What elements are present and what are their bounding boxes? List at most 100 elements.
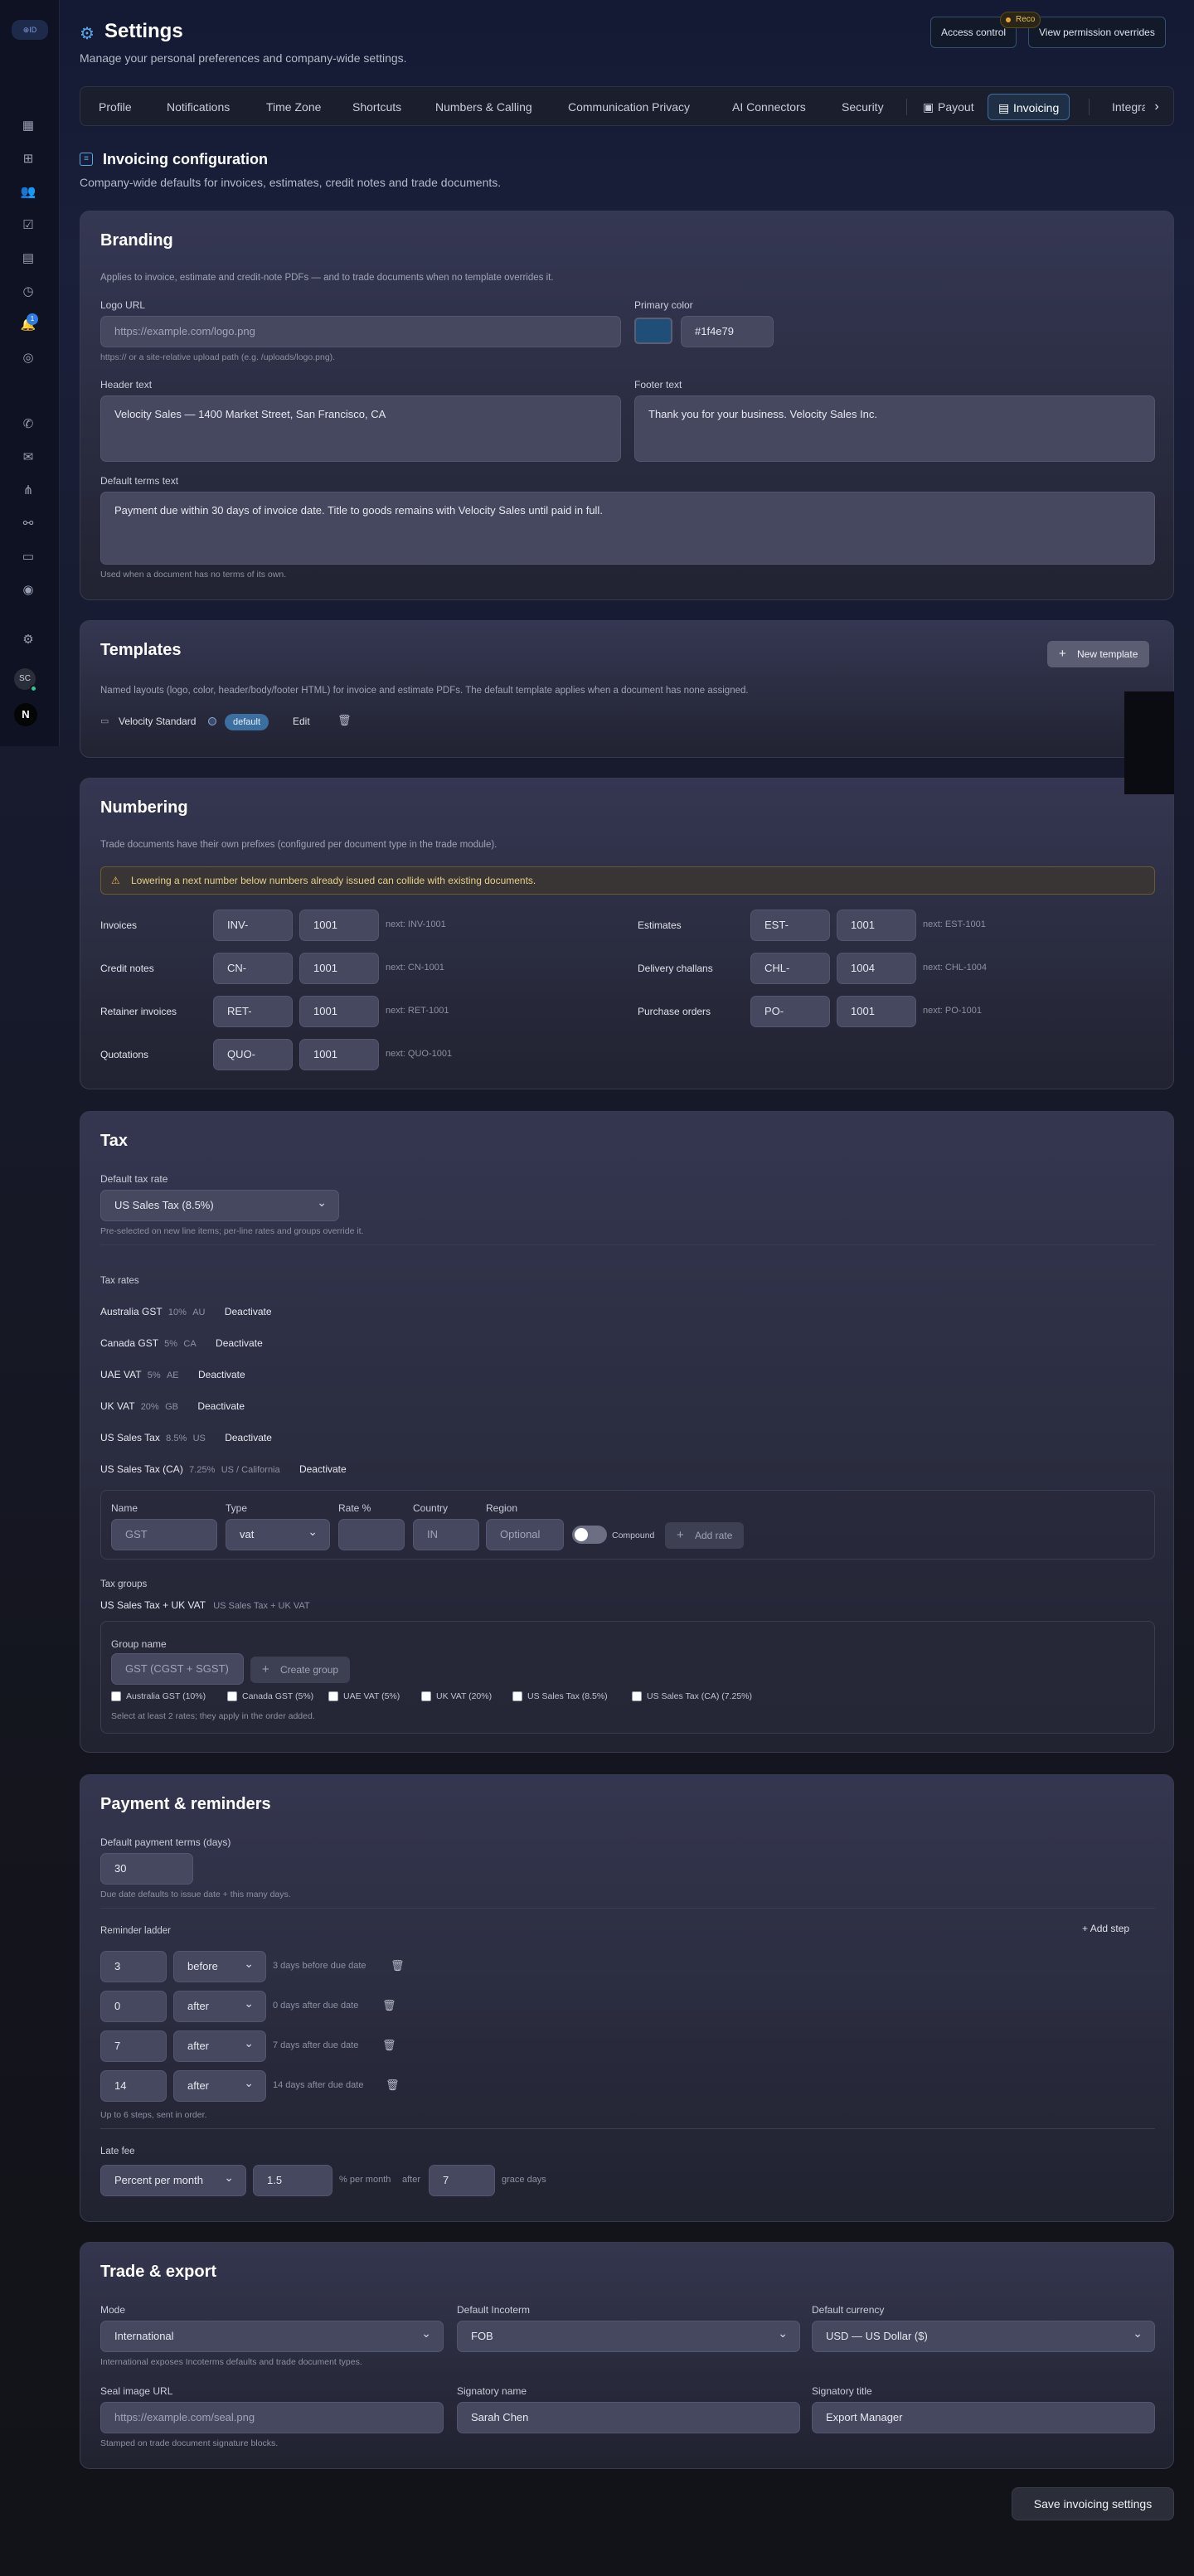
deactivate-link[interactable]: Deactivate [299, 1463, 347, 1475]
settings-icon[interactable]: ⚙ [20, 632, 36, 648]
step-days-input[interactable]: 7 [100, 2030, 167, 2062]
row-label: Estimates [638, 919, 682, 931]
trash-icon[interactable]: 🗑 [337, 714, 352, 727]
next-number-input[interactable]: 1001 [299, 1039, 379, 1070]
tab-ai-connectors[interactable]: AI Connectors [722, 94, 816, 120]
step-days-input[interactable]: 14 [100, 2070, 167, 2102]
primary-color-input[interactable]: #1f4e79 [681, 316, 774, 347]
signatory-title-input[interactable]: Export Manager [812, 2402, 1155, 2433]
tab-profile[interactable]: Profile [89, 94, 142, 120]
tab-communication-privacy[interactable]: Communication Privacy [558, 94, 700, 120]
step-days-input[interactable]: 3 [100, 1951, 167, 1982]
app-logo[interactable]: ⊕ID [12, 20, 48, 40]
mode-select[interactable]: International [100, 2321, 444, 2352]
signatory-name-input[interactable]: Sarah Chen [457, 2402, 800, 2433]
compound-toggle[interactable] [572, 1526, 607, 1544]
deactivate-link[interactable]: Deactivate [198, 1369, 245, 1380]
rate-type-select[interactable]: vat [226, 1519, 330, 1550]
default-tax-select[interactable]: US Sales Tax (8.5%) [100, 1190, 339, 1221]
view-overrides-button[interactable]: View permission overrides [1028, 17, 1166, 48]
tab-invoicing[interactable]: ▤ Invoicing [988, 94, 1070, 120]
users-icon[interactable]: 👥 [20, 184, 36, 201]
group-option-checkbox[interactable] [111, 1691, 121, 1701]
currency-select[interactable]: USD — US Dollar ($) [812, 2321, 1155, 2352]
prefix-input[interactable]: RET- [213, 996, 293, 1027]
apps-icon[interactable]: ⊞ [20, 151, 36, 167]
step-when-select[interactable]: after [173, 2070, 266, 2102]
clock-icon[interactable]: ◷ [20, 284, 36, 300]
globe-icon[interactable]: ◎ [20, 350, 36, 366]
step-when-select[interactable]: after [173, 1991, 266, 2022]
prefix-input[interactable]: EST- [750, 910, 830, 941]
workspace-avatar[interactable]: N [14, 703, 37, 726]
late-fee-value-input[interactable]: 1.5 [253, 2165, 332, 2196]
step-days-input[interactable]: 0 [100, 1991, 167, 2022]
next-number-input[interactable]: 1001 [299, 953, 379, 984]
phone-icon[interactable]: ✆ [20, 416, 36, 433]
type-label: Type [226, 1502, 248, 1514]
late-fee-mode-select[interactable]: Percent per month [100, 2165, 246, 2196]
share-icon[interactable]: ⋔ [20, 483, 36, 499]
tab-security[interactable]: Security [832, 94, 894, 120]
rate-percent-input[interactable] [338, 1519, 405, 1550]
step-when-select[interactable]: before [173, 1951, 266, 1982]
prefix-input[interactable]: PO- [750, 996, 830, 1027]
next-number-input[interactable]: 1001 [837, 996, 916, 1027]
step-when-select[interactable]: after [173, 2030, 266, 2062]
footer-text-input[interactable]: Thank you for your business. Velocity Sa… [634, 395, 1155, 462]
trash-icon[interactable]: 🗑 [382, 1999, 396, 2012]
payment-terms-input[interactable]: 30 [100, 1853, 193, 1885]
next-number-input[interactable]: 1001 [837, 910, 916, 941]
tasks-icon[interactable]: ☑ [20, 217, 36, 234]
next-number-input[interactable]: 1001 [299, 996, 379, 1027]
rate-name-input[interactable]: GST [111, 1519, 217, 1550]
terms-input[interactable]: Payment due within 30 days of invoice da… [100, 492, 1155, 565]
tab-shortcuts[interactable]: Shortcuts [342, 94, 411, 120]
next-number-input[interactable]: 1001 [299, 910, 379, 941]
connections-icon[interactable]: ⚯ [20, 516, 36, 532]
prefix-input[interactable]: CHL- [750, 953, 830, 984]
group-option-checkbox[interactable] [512, 1691, 522, 1701]
group-option-checkbox[interactable] [227, 1691, 237, 1701]
mail-icon[interactable]: ✉ [20, 449, 36, 466]
deactivate-link[interactable]: Deactivate [225, 1306, 272, 1317]
trash-icon[interactable]: 🗑 [386, 2079, 400, 2092]
plus-icon: + [262, 1662, 269, 1676]
deactivate-link[interactable]: Deactivate [225, 1432, 272, 1443]
seal-url-input[interactable]: https://example.com/seal.png [100, 2402, 444, 2433]
add-step-button[interactable]: + Add step [1082, 1923, 1129, 1934]
deactivate-link[interactable]: Deactivate [197, 1400, 245, 1412]
country-input[interactable]: IN [413, 1519, 479, 1550]
color-swatch[interactable] [634, 318, 672, 344]
chevron-right-icon[interactable]: › [1145, 94, 1168, 120]
logo-url-input[interactable]: https://example.com/logo.png [100, 316, 621, 347]
calendar-icon[interactable]: ▤ [20, 250, 36, 267]
tab-time-zone[interactable]: Time Zone [256, 94, 331, 120]
edit-template-link[interactable]: Edit [293, 716, 310, 727]
header-text-input[interactable]: Velocity Sales — 1400 Market Street, San… [100, 395, 621, 462]
trash-icon[interactable]: 🗑 [391, 1959, 405, 1972]
tab-notifications[interactable]: Notifications [157, 94, 240, 120]
trash-icon[interactable]: 🗑 [382, 2039, 396, 2052]
new-template-button[interactable]: + New template [1047, 641, 1150, 667]
group-name-input[interactable]: GST (CGST + SGST) [111, 1653, 244, 1685]
add-rate-button[interactable]: + Add rate [665, 1522, 745, 1549]
group-option-checkbox[interactable] [632, 1691, 642, 1701]
region-input[interactable]: Optional [486, 1519, 564, 1550]
deactivate-link[interactable]: Deactivate [216, 1337, 263, 1349]
tab-numbers-calling[interactable]: Numbers & Calling [425, 94, 542, 120]
grace-days-input[interactable]: 7 [429, 2165, 495, 2196]
incoterm-select[interactable]: FOB [457, 2321, 800, 2352]
document-icon[interactable]: ▭ [20, 549, 36, 565]
prefix-input[interactable]: CN- [213, 953, 293, 984]
help-icon[interactable]: ◉ [20, 582, 36, 599]
group-option-checkbox[interactable] [328, 1691, 338, 1701]
prefix-input[interactable]: QUO- [213, 1039, 293, 1070]
group-option-checkbox[interactable] [421, 1691, 431, 1701]
dashboard-icon[interactable]: ▦ [20, 118, 36, 134]
next-number-input[interactable]: 1004 [837, 953, 916, 984]
tab-payout[interactable]: ▣ Payout [913, 94, 984, 120]
prefix-input[interactable]: INV- [213, 910, 293, 941]
save-settings-button[interactable]: Save invoicing settings [1012, 2487, 1174, 2520]
create-group-button[interactable]: + Create group [250, 1657, 351, 1683]
